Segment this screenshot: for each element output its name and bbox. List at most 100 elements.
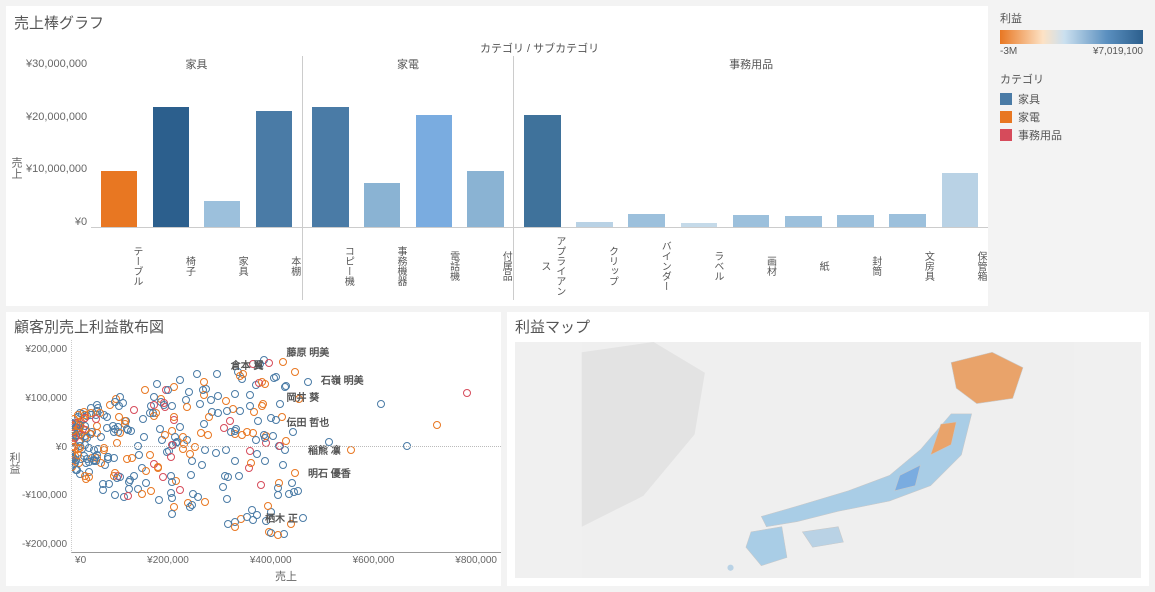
scatter-point[interactable]: [269, 432, 277, 440]
scatter-point[interactable]: [168, 494, 176, 502]
scatter-point[interactable]: [285, 490, 293, 498]
scatter-point[interactable]: [199, 386, 207, 394]
scatter-point[interactable]: [104, 453, 112, 461]
scatter-point[interactable]: [231, 390, 239, 398]
scatter-point[interactable]: [248, 506, 256, 514]
scatter-point[interactable]: [83, 434, 91, 442]
scatter-point[interactable]: [176, 423, 184, 431]
scatter-point[interactable]: [168, 510, 176, 518]
scatter-point[interactable]: [279, 461, 287, 469]
scatter-point[interactable]: [281, 446, 289, 454]
bar-column[interactable]: [93, 171, 145, 227]
scatter-point[interactable]: [377, 400, 385, 408]
scatter-point[interactable]: [127, 427, 135, 435]
scatter-point[interactable]: [92, 415, 100, 423]
scatter-point[interactable]: [126, 476, 134, 484]
scatter-point[interactable]: [198, 461, 206, 469]
scatter-point[interactable]: [99, 480, 107, 488]
scatter-point[interactable]: [147, 487, 155, 495]
bar-rect[interactable]: [576, 222, 613, 227]
scatter-point[interactable]: [187, 471, 195, 479]
scatter-point[interactable]: [81, 411, 89, 419]
bar-column[interactable]: [356, 183, 408, 227]
scatter-point[interactable]: [156, 425, 164, 433]
scatter-point[interactable]: [150, 393, 158, 401]
bar-column[interactable]: [145, 107, 197, 227]
scatter-point[interactable]: [171, 433, 179, 441]
scatter-point[interactable]: [150, 401, 158, 409]
scatter-point[interactable]: [288, 479, 296, 487]
scatter-point[interactable]: [138, 490, 146, 498]
scatter-point[interactable]: [161, 431, 169, 439]
bar-column[interactable]: [408, 115, 460, 227]
bar-column[interactable]: [568, 222, 620, 227]
scatter-point[interactable]: [201, 498, 209, 506]
scatter-point[interactable]: [204, 431, 212, 439]
scatter-point[interactable]: [291, 469, 299, 477]
scatter-point[interactable]: [276, 400, 284, 408]
scatter-point[interactable]: [252, 436, 260, 444]
scatter-point[interactable]: [111, 491, 119, 499]
scatter-point[interactable]: [176, 486, 184, 494]
scatter-point[interactable]: [71, 434, 79, 442]
scatter-point[interactable]: [213, 370, 221, 378]
map-panel[interactable]: 利益マップ: [507, 312, 1149, 586]
scatter-point[interactable]: [222, 397, 230, 405]
scatter-point[interactable]: [201, 446, 209, 454]
scatter-point[interactable]: [243, 428, 251, 436]
scatter-point[interactable]: [155, 496, 163, 504]
bar-column[interactable]: [882, 214, 934, 227]
bar-column[interactable]: [305, 107, 357, 227]
scatter-point[interactable]: [463, 389, 471, 397]
scatter-point[interactable]: [140, 433, 148, 441]
scatter-point[interactable]: [246, 402, 254, 410]
scatter-point[interactable]: [124, 492, 132, 500]
scatter-point[interactable]: [267, 414, 275, 422]
bar-rect[interactable]: [416, 115, 452, 227]
scatter-point[interactable]: [164, 386, 172, 394]
scatter-point[interactable]: [74, 451, 82, 459]
bar-rect[interactable]: [524, 115, 561, 227]
bar-rect[interactable]: [101, 171, 137, 227]
scatter-point[interactable]: [103, 424, 111, 432]
scatter-point[interactable]: [231, 427, 239, 435]
bar-column[interactable]: [725, 215, 777, 227]
scatter-point[interactable]: [146, 451, 154, 459]
scatter-point[interactable]: [135, 451, 143, 459]
scatter-point[interactable]: [261, 434, 269, 442]
scatter-point[interactable]: [247, 459, 255, 467]
legend-item[interactable]: 家電: [1000, 109, 1143, 125]
bar-rect[interactable]: [204, 201, 240, 227]
bar-column[interactable]: [829, 215, 881, 227]
scatter-point[interactable]: [205, 413, 213, 421]
scatter-point[interactable]: [170, 413, 178, 421]
scatter-point[interactable]: [219, 483, 227, 491]
scatter-point[interactable]: [291, 368, 299, 376]
scatter-point[interactable]: [121, 417, 129, 425]
scatter-point[interactable]: [123, 455, 131, 463]
scatter-point[interactable]: [154, 463, 162, 471]
scatter-point[interactable]: [212, 449, 220, 457]
scatter-point[interactable]: [75, 422, 83, 430]
bar-rect[interactable]: [837, 215, 874, 227]
scatter-point[interactable]: [259, 400, 267, 408]
bar-column[interactable]: [777, 216, 829, 227]
scatter-point[interactable]: [176, 376, 184, 384]
scatter-point[interactable]: [194, 493, 202, 501]
scatter-point[interactable]: [226, 417, 234, 425]
bar-rect[interactable]: [942, 173, 979, 227]
bar-rect[interactable]: [733, 215, 770, 227]
bar-rect[interactable]: [256, 111, 292, 227]
bar-column[interactable]: [196, 201, 248, 227]
bar-column[interactable]: [673, 223, 725, 227]
scatter-point[interactable]: [153, 380, 161, 388]
scatter-point[interactable]: [274, 531, 282, 539]
scatter-point[interactable]: [222, 446, 230, 454]
bar-column[interactable]: [516, 115, 568, 227]
scatter-point[interactable]: [253, 450, 261, 458]
scatter-point[interactable]: [188, 457, 196, 465]
bar-rect[interactable]: [364, 183, 400, 227]
bar-column[interactable]: [621, 214, 673, 227]
scatter-point[interactable]: [90, 456, 98, 464]
scatter-point[interactable]: [160, 401, 168, 409]
